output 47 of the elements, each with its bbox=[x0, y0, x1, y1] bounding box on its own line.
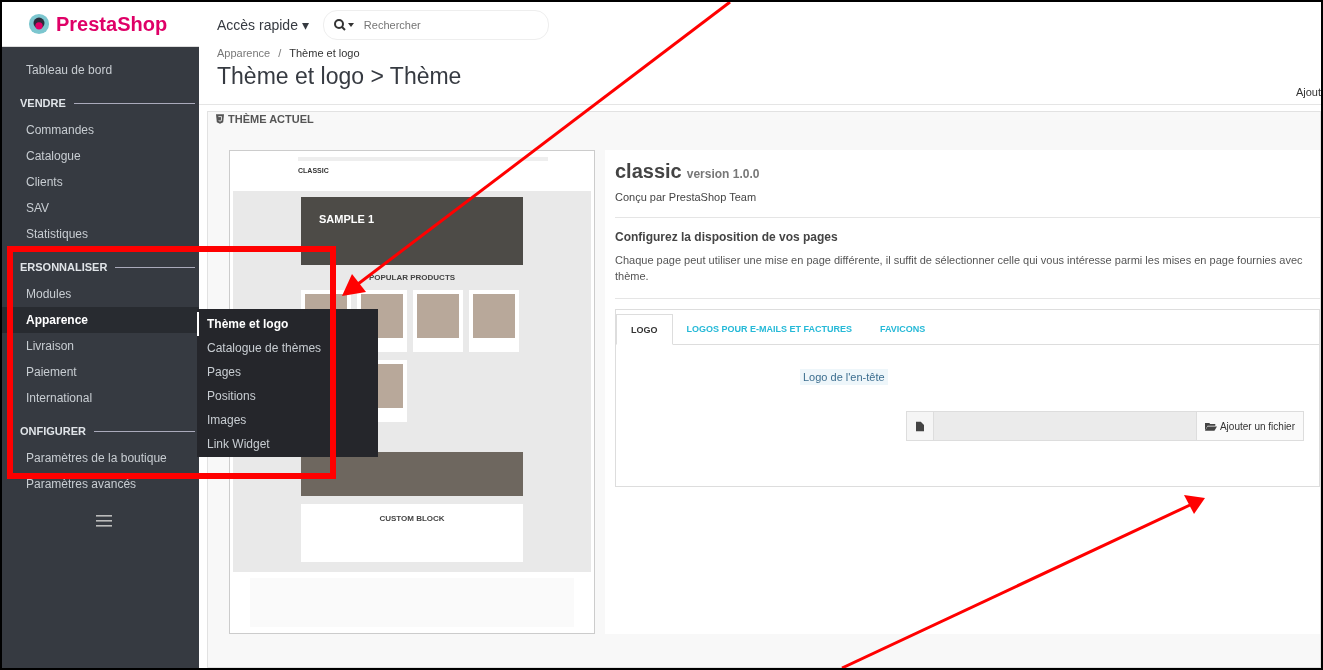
submenu-item[interactable]: Images bbox=[197, 408, 378, 432]
sidebar-item[interactable]: Catalogue bbox=[2, 143, 199, 169]
logo-icon bbox=[28, 13, 50, 35]
layout-heading: Configurez la disposition de vos pages bbox=[615, 230, 839, 244]
sidebar-item[interactable]: Livraison bbox=[2, 333, 199, 359]
theme-author: Conçu par PrestaShop Team bbox=[615, 191, 758, 203]
sidebar-item[interactable]: SAV bbox=[2, 195, 199, 221]
panel-heading: THÈME ACTUEL bbox=[228, 113, 314, 125]
search-icon[interactable] bbox=[332, 17, 355, 32]
field-label: Logo de l'en-tête bbox=[800, 369, 888, 385]
preview-section-title: POPULAR PRODUCTS bbox=[368, 273, 456, 282]
toolbar-button[interactable]: Ajout bbox=[1295, 86, 1321, 98]
sidebar-item[interactable]: Paramètres avancés bbox=[2, 471, 199, 497]
page-title: Thème et logo > Thème bbox=[217, 63, 462, 90]
custom-block-title: CUSTOM BLOCK bbox=[379, 514, 445, 525]
breadcrumb-current: Thème et logo bbox=[289, 47, 360, 59]
layout-description: Chaque page peut utiliser une mise en page différente, il suffit de sélectionner celle qui vous intéresse parmi les mises en page fournies avec thème. bbox=[615, 253, 1304, 284]
sidebar-section-title: VENDRE bbox=[20, 97, 66, 109]
sidebar-item[interactable]: Modules bbox=[2, 281, 199, 307]
sidebar-section-title: ONFIGURER bbox=[20, 425, 86, 437]
submenu-item[interactable]: Link Widget bbox=[197, 432, 378, 456]
sidebar-item[interactable]: Commandes bbox=[2, 117, 199, 143]
submenu-item[interactable]: Positions bbox=[197, 384, 378, 408]
sidebar-item[interactable]: Statistiques bbox=[2, 221, 199, 247]
submenu-item[interactable]: Thème et logo bbox=[197, 312, 378, 336]
tab[interactable]: LOGO bbox=[616, 314, 673, 345]
product-card bbox=[413, 290, 463, 352]
quick-access-menu[interactable]: Accès rapide ▾ bbox=[217, 16, 309, 33]
submenu-item[interactable]: Catalogue de thèmes bbox=[197, 336, 378, 360]
theme-version: version 1.0.0 bbox=[686, 167, 760, 181]
sidebar-item[interactable]: International bbox=[2, 385, 199, 411]
breadcrumb-separator: / bbox=[278, 47, 282, 59]
sidebar-section-title: ERSONNALISER bbox=[20, 261, 108, 273]
sidebar-item[interactable]: Clients bbox=[2, 169, 199, 195]
sidebar-item[interactable]: Apparence bbox=[2, 307, 199, 333]
logo-text: PrestaShop bbox=[56, 12, 168, 36]
search-field[interactable]: Rechercher bbox=[322, 9, 549, 40]
menu-icon[interactable] bbox=[96, 515, 112, 527]
breadcrumb-link[interactable]: Apparence bbox=[217, 47, 271, 59]
theme-name: classic bbox=[615, 160, 682, 183]
slide-title: SAMPLE 1 bbox=[319, 213, 374, 225]
sidebar-item[interactable]: Paiement bbox=[2, 359, 199, 385]
product-card bbox=[469, 290, 519, 352]
sidebar-item[interactable]: Tableau de bord bbox=[2, 57, 199, 83]
submenu-item[interactable]: Pages bbox=[197, 360, 378, 384]
sidebar-item[interactable]: Paramètres de la boutique bbox=[2, 445, 199, 471]
html-icon bbox=[216, 114, 224, 124]
